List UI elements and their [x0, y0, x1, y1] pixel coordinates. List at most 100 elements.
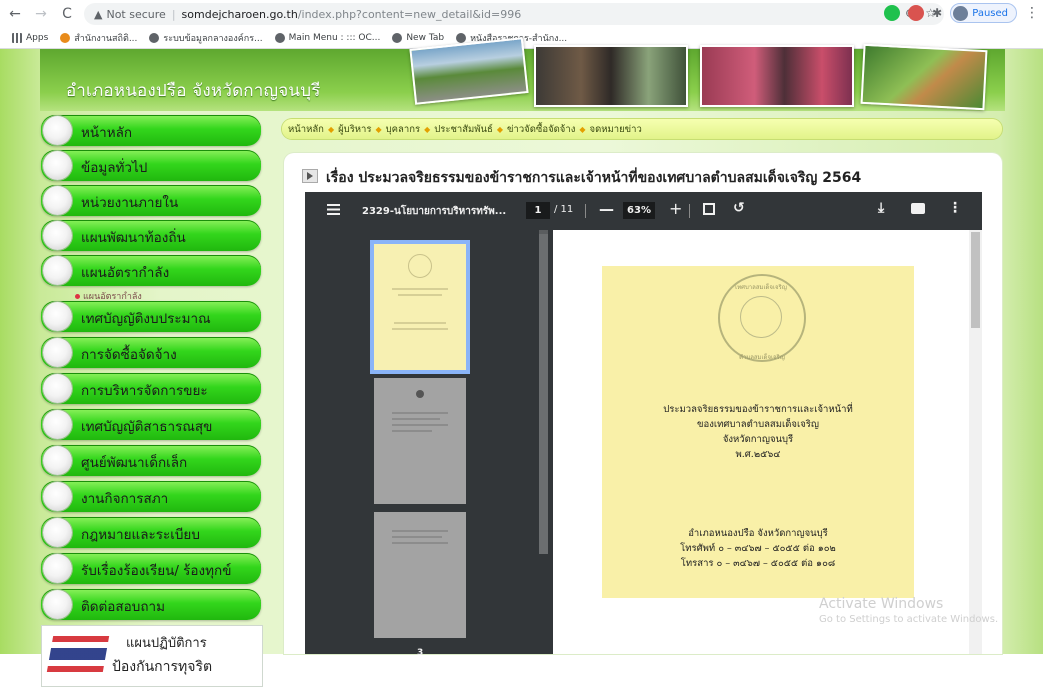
- header-photo: [700, 45, 854, 107]
- apps-icon: [12, 33, 22, 43]
- page-thumbnail[interactable]: [374, 512, 466, 638]
- globe-icon: [274, 33, 285, 43]
- bullet-icon: [43, 151, 72, 180]
- bullet-icon: [43, 446, 72, 475]
- profile-status: Paused: [972, 7, 1008, 19]
- page-scrollbar[interactable]: [971, 232, 980, 328]
- bullet-icon: [43, 256, 72, 285]
- header-photo: [860, 43, 988, 111]
- zoom-level-input[interactable]: 63%: [623, 202, 655, 219]
- security-status: Not secure: [106, 7, 166, 21]
- profile-button[interactable]: Paused: [950, 3, 1017, 23]
- browser-menu-icon[interactable]: ⋮: [1025, 5, 1039, 21]
- bullet-icon: [43, 518, 72, 547]
- thumbnail-number: 3: [417, 648, 424, 658]
- globe-icon: [392, 33, 403, 43]
- breadcrumb-item[interactable]: หน้าหลัก: [288, 122, 324, 137]
- bullet-icon: [43, 186, 72, 215]
- header-photo: [409, 37, 529, 105]
- page-thumbnail[interactable]: [374, 244, 466, 370]
- bullet-icon: [43, 221, 72, 250]
- arrow-icon: ◆: [579, 124, 586, 134]
- pdf-page: เทศบาลสมเด็จเจริญ ตำบลสมเด็จเจริญ ประมวล…: [602, 266, 914, 598]
- menu-item-development-plan[interactable]: แผนพัฒนาท้องถิ่น: [41, 220, 261, 251]
- breadcrumb-item[interactable]: ประชาสัมพันธ์: [434, 122, 493, 137]
- rotate-icon[interactable]: ↺: [733, 200, 745, 216]
- page-total: / 11: [554, 204, 574, 215]
- breadcrumb-item[interactable]: จดหมายข่าว: [590, 122, 642, 137]
- article-title: เรื่อง ประมวลจริยธรรมของข้าราชการและเจ้า…: [302, 167, 861, 189]
- bookmark-item[interactable]: ระบบข้อมูลกลางองค์กร...: [149, 31, 263, 45]
- bookmark-item[interactable]: Main Menu : ::: OC...: [274, 33, 380, 43]
- print-icon[interactable]: [911, 203, 925, 214]
- bullet-icon: [43, 554, 72, 583]
- thumbnail-scrollbar[interactable]: [539, 234, 548, 554]
- site-title: อำเภอหนองปรือ จังหวัดกาญจนบุรี: [66, 81, 321, 101]
- menu-item-home[interactable]: หน้าหลัก: [41, 115, 261, 146]
- menu-item-waste[interactable]: การบริหารจัดการขยะ: [41, 373, 261, 404]
- extension-icon[interactable]: [908, 5, 925, 21]
- bullet-icon: [43, 116, 72, 145]
- menu-item-budget[interactable]: เทศบัญญัติงบประมาณ: [41, 301, 261, 332]
- pdf-viewer: 2329-นโยบายการบริหารทรัพ... 1 / 11 — 63%…: [305, 192, 982, 658]
- bookmark-apps[interactable]: Apps: [12, 33, 48, 43]
- thumbnail-sidebar: 1 2 3: [305, 230, 553, 658]
- zoom-in-icon[interactable]: +: [669, 199, 682, 218]
- bullet-icon: [43, 482, 72, 511]
- thai-flag-icon: [46, 636, 110, 672]
- address-bar[interactable]: ▲ Not secure | somdejcharoen.go.th /inde…: [84, 3, 944, 25]
- bullet-icon: [75, 294, 80, 299]
- menu-item-general-info[interactable]: ข้อมูลทั่วไป: [41, 150, 261, 181]
- forward-arrow-icon[interactable]: →: [30, 3, 52, 25]
- warning-icon: ▲: [94, 7, 103, 21]
- download-icon[interactable]: ⤓: [878, 200, 884, 216]
- breadcrumb: หน้าหลัก ◆ ผู้บริหาร ◆ บุคลากร ◆ ประชาสั…: [282, 119, 1002, 139]
- arrow-icon: ◆: [424, 124, 431, 134]
- folder-icon: [60, 33, 71, 43]
- bookmark-item[interactable]: สำนักงานสถิติ...: [60, 31, 137, 45]
- menu-item-child-center[interactable]: ศูนย์พัฒนาเด็กเล็ก: [41, 445, 261, 476]
- menu-item-departments[interactable]: หน่วยงานภายใน: [41, 185, 261, 216]
- globe-icon: [456, 33, 467, 43]
- fit-page-icon[interactable]: [703, 203, 715, 215]
- arrow-icon: ◆: [496, 124, 504, 134]
- menu-item-public-health[interactable]: เทศบัญญัติสาธารณสุข: [41, 409, 261, 440]
- play-icon: [302, 169, 318, 183]
- arrow-icon: ◆: [327, 124, 335, 134]
- pdf-toolbar: 2329-นโยบายการบริหารทรัพ... 1 / 11 — 63%…: [305, 192, 982, 230]
- web-page: อำเภอหนองปรือ จังหวัดกาญจนบุรี หน้าหลัก …: [0, 37, 1043, 687]
- menu-item-workforce-plan[interactable]: แผนอัตรากำลัง: [41, 255, 261, 286]
- breadcrumb-item[interactable]: ผู้บริหาร: [338, 122, 371, 137]
- anti-corruption-banner[interactable]: แผนปฏิบัติการ ป้องกันการทุจริต: [41, 625, 263, 687]
- bullet-icon: [43, 338, 72, 367]
- bullet-icon: [43, 302, 72, 331]
- reload-icon[interactable]: C: [56, 3, 78, 25]
- pdf-document-title: 2329-นโยบายการบริหารทรัพ...: [362, 206, 507, 217]
- bullet-icon: [43, 374, 72, 403]
- menu-item-contact[interactable]: ติดต่อสอบถาม: [41, 589, 261, 620]
- menu-item-procurement[interactable]: การจัดซื้อจัดจ้าง: [41, 337, 261, 368]
- back-arrow-icon[interactable]: ←: [4, 3, 26, 25]
- extension-icon[interactable]: [884, 5, 901, 21]
- arrow-icon: ◆: [375, 124, 382, 134]
- menu-item-council[interactable]: งานกิจการสภา: [41, 481, 261, 512]
- breadcrumb-item[interactable]: ข่าวจัดซื้อจัดจ้าง: [507, 122, 575, 137]
- page-number-input[interactable]: 1: [526, 202, 550, 219]
- more-options-icon[interactable]: ⋮: [948, 200, 962, 216]
- bullet-icon: [43, 410, 72, 439]
- url-host: somdejcharoen.go.th: [181, 7, 298, 21]
- menu-item-complaints[interactable]: รับเรื่องร้องเรียน/ ร้องทุกข์: [41, 553, 261, 584]
- page-thumbnail[interactable]: [374, 378, 466, 504]
- menu-icon[interactable]: [327, 204, 340, 215]
- windows-activation-watermark: Activate Windows Go to Settings to activ…: [819, 596, 999, 625]
- bookmark-item[interactable]: New Tab: [392, 33, 444, 43]
- bullet-icon: [43, 590, 72, 619]
- browser-toolbar: ← → C ▲ Not secure | somdejcharoen.go.th…: [0, 0, 1043, 29]
- menu-item-laws[interactable]: กฎหมายและระเบียบ: [41, 517, 261, 548]
- globe-icon: [149, 33, 160, 43]
- breadcrumb-item[interactable]: บุคลากร: [386, 122, 420, 137]
- puzzle-icon[interactable]: ✱: [932, 6, 942, 20]
- zoom-out-icon[interactable]: —: [599, 200, 614, 218]
- header-photo: [534, 45, 688, 107]
- pdf-page-area: เทศบาลสมเด็จเจริญ ตำบลสมเด็จเจริญ ประมวล…: [553, 230, 982, 654]
